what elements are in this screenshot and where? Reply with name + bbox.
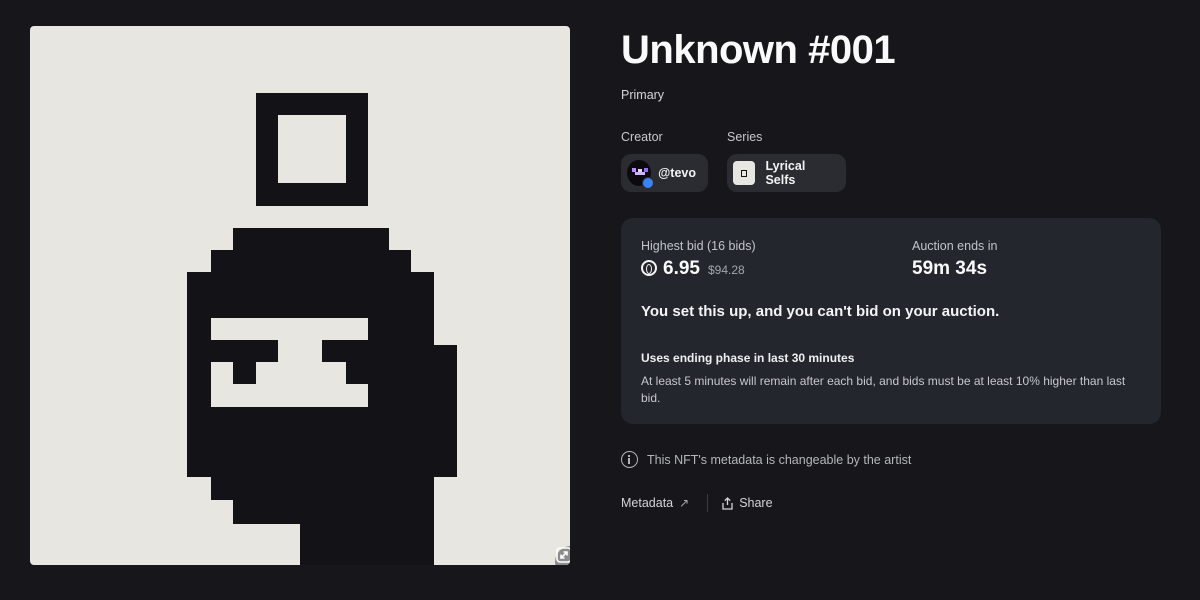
auction-card: Highest bid (16 bids) Auction ends in 6.… [621,218,1161,424]
bid-usd-value: $94.28 [707,263,745,277]
expand-button[interactable] [555,546,570,565]
owner-message: You set this up, and you can't bid on yo… [641,303,1000,320]
auction-countdown: 59m 34s [912,258,988,279]
creator-label: Creator [621,130,663,144]
metadata-link[interactable]: Metadata ↗ [621,496,689,510]
nft-artwork[interactable] [30,26,570,565]
expand-icon [556,547,570,563]
highest-bid: 6.95 $94.28 [641,258,745,280]
series-thumbnail [733,161,756,185]
metadata-notice: This NFT's metadata is changeable by the… [621,451,911,468]
ending-phase-description: At least 5 minutes will remain after eac… [641,374,1126,405]
share-label: Share [739,496,773,510]
ending-phase-title: Uses ending phase in last 30 minutes [641,351,855,365]
metadata-link-label: Metadata [621,496,674,510]
arrow-up-right-icon: ↗ [679,496,690,510]
share-button[interactable]: Share [721,496,773,510]
halo-shape [256,93,368,206]
creator-handle: @tevo [658,166,696,180]
avatar [627,160,655,189]
sale-type-label: Primary [621,88,665,102]
verified-badge-icon [642,177,655,189]
highest-bid-label: Highest bid (16 bids) [641,239,756,253]
nft-title: Unknown #001 [621,28,896,72]
info-icon [621,451,638,468]
currency-icon [641,260,657,276]
series-label: Series [727,130,763,144]
metadata-notice-text: This NFT's metadata is changeable by the… [647,452,912,467]
footer-actions: Metadata ↗ Share [621,493,773,513]
creator-chip[interactable]: @tevo [621,154,708,192]
bid-amount: 6.95 [663,258,700,279]
share-icon [722,496,733,510]
divider [707,494,709,512]
series-chip[interactable]: Lyrical Selfs [727,154,846,192]
pixel-art-image [187,93,457,565]
avatar-art-icon [632,168,648,175]
auction-ends-label: Auction ends in [912,239,998,253]
series-name: Lyrical Selfs [765,159,806,187]
